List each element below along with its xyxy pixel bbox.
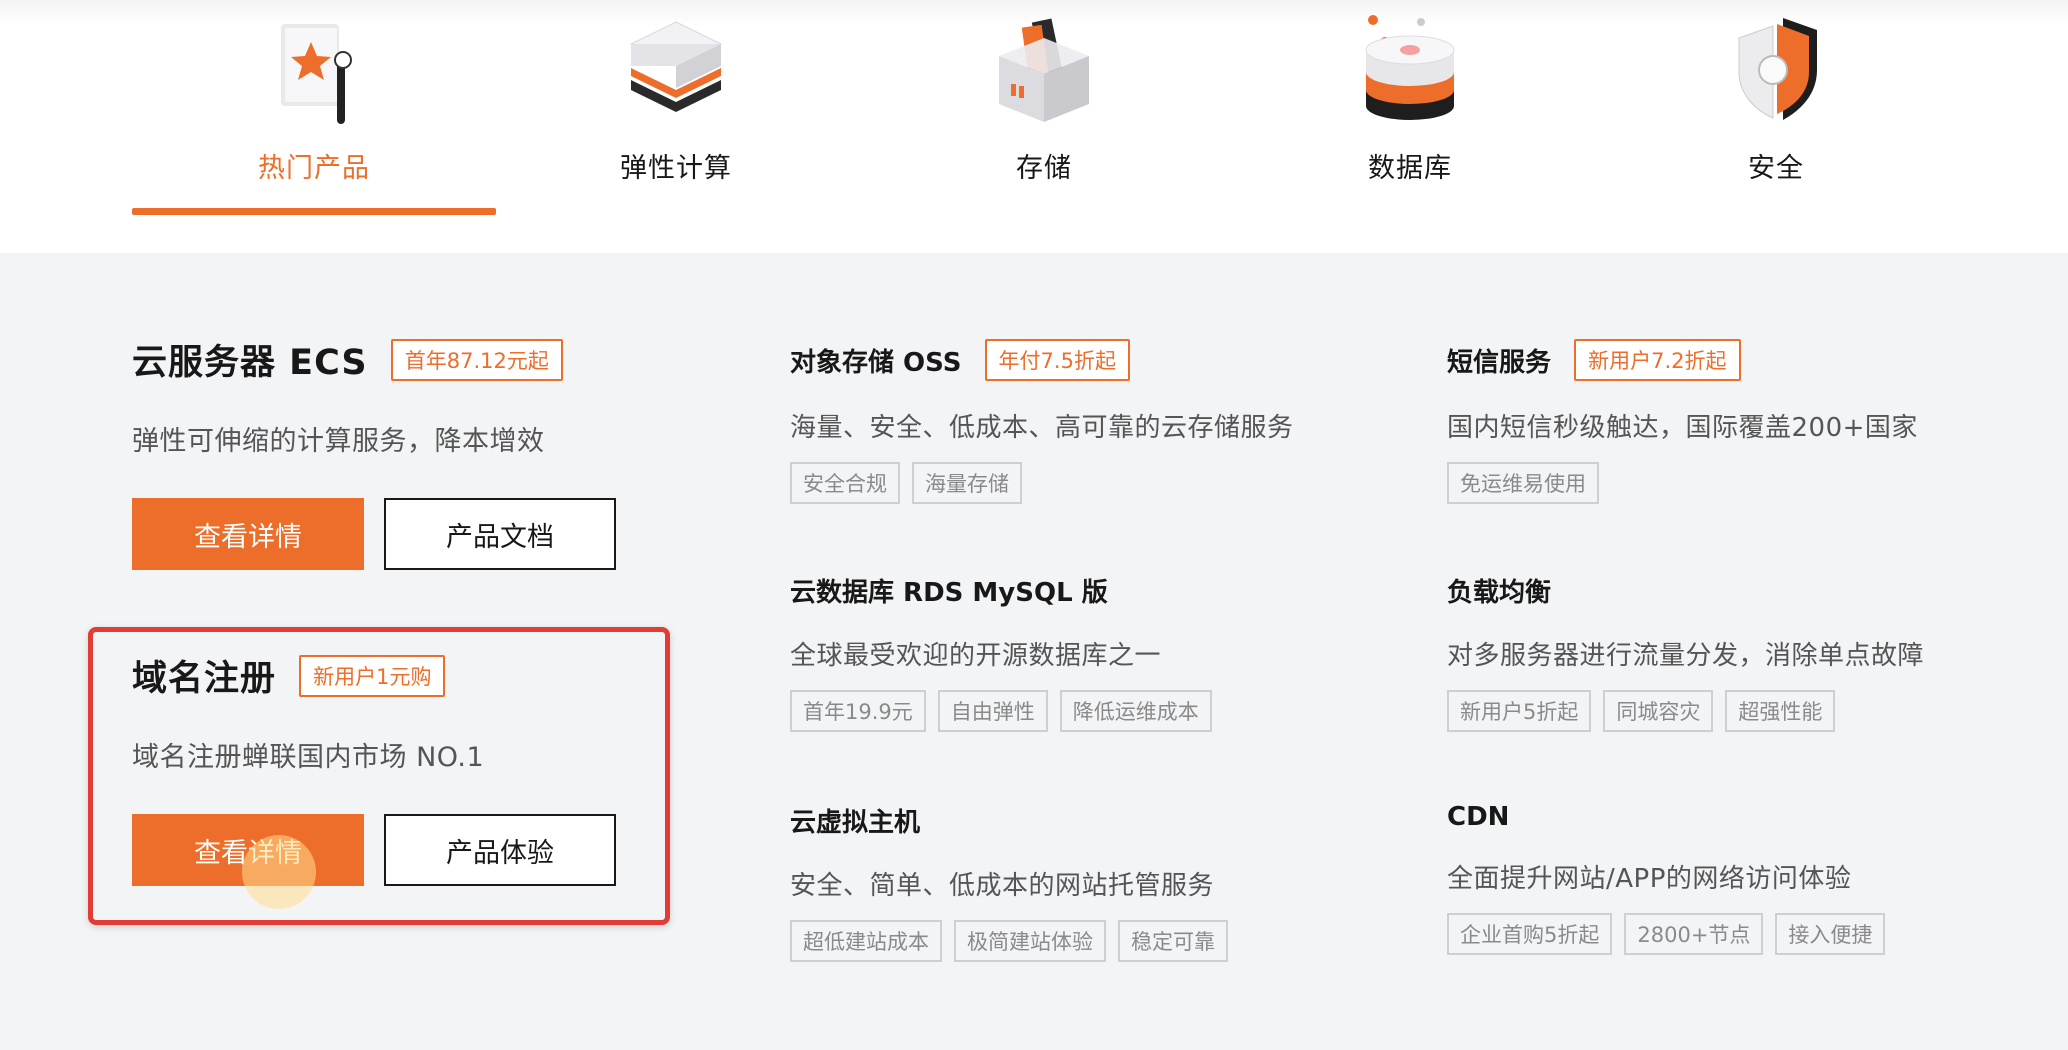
slb-tag: 超强性能 [1725,690,1836,732]
domain-promo-badge[interactable]: 新用户1元购 [299,654,446,697]
oss-promo-badge: 年付7.5折起 [984,339,1130,381]
domain-card: 域名注册 新用户1元购 域名注册蝉联国内市场 NO.1 查看详情 产品体验 [132,650,616,886]
cdn-tag: 接入便捷 [1775,913,1886,955]
vhost-tag: 超低建站成本 [790,920,942,962]
ecs-docs-button[interactable]: 产品文档 [384,498,616,570]
sms-tag: 免运维易使用 [1447,462,1599,504]
ecs-view-details-button[interactable]: 查看详情 [132,498,364,570]
ecs-promo-badge[interactable]: 首年87.12元起 [390,338,563,381]
domain-try-button[interactable]: 产品体验 [384,814,616,886]
oss-tag: 安全合规 [790,462,900,504]
elastic-compute-server-icon [629,21,723,112]
domain-description: 域名注册蝉联国内市场 NO.1 [132,742,485,773]
vhost-card[interactable]: 云虚拟主机 安全、简单、低成本的网站托管服务 超低建站成本 极简建站体验 稳定可… [790,802,1228,962]
database-cylinder-icon [1365,15,1455,120]
vhost-description: 安全、简单、低成本的网站托管服务 [790,871,1215,901]
storage-box-icon [999,18,1089,122]
tab-label: 热门产品 [258,153,370,184]
tab-hot-products[interactable]: 热门产品 [132,0,496,216]
cdn-description: 全面提升网站/APP的网络访问体验 [1447,864,1852,894]
tab-label: 存储 [1016,153,1072,184]
slb-tag: 同城容灾 [1603,690,1714,732]
oss-title: 对象存储 OSS [790,347,962,378]
slb-tag: 新用户5折起 [1447,690,1592,732]
rds-description: 全球最受欢迎的开源数据库之一 [790,641,1162,671]
vhost-tag: 极简建站体验 [954,920,1106,962]
cdn-tag: 企业首购5折起 [1447,913,1613,955]
category-tabs: 热门产品 弹性计算 存储 数据库 安全 [0,0,2068,253]
sms-title: 短信服务 [1447,347,1552,378]
oss-tag: 海量存储 [912,462,1022,504]
domain-view-details-button[interactable]: 查看详情 [132,814,364,886]
slb-description: 对多服务器进行流量分发，消除单点故障 [1447,641,1925,671]
vhost-tag: 稳定可靠 [1118,920,1228,962]
ecs-title: 云服务器 ECS [132,343,368,383]
slb-title: 负载均衡 [1447,578,1552,608]
tab-elastic-compute[interactable]: 弹性计算 [494,0,858,216]
tab-storage[interactable]: 存储 [862,0,1226,216]
hot-products-flag-icon [281,24,352,124]
vhost-title: 云虚拟主机 [790,808,921,838]
cdn-tag: 2800+节点 [1624,913,1764,955]
cdn-title: CDN [1447,802,1510,832]
cdn-card[interactable]: CDN 全面提升网站/APP的网络访问体验 企业首购5折起 2800+节点 接入… [1447,802,1886,955]
slb-card[interactable]: 负载均衡 对多服务器进行流量分发，消除单点故障 新用户5折起 同城容灾 超强性能 [1447,572,1924,732]
sms-promo-badge: 新用户7.2折起 [1574,339,1741,381]
rds-title: 云数据库 RDS MySQL 版 [790,578,1108,608]
sms-card[interactable]: 短信服务 新用户7.2折起 国内短信秒级触达，国际覆盖200+国家 免运维易使用 [1447,339,1918,504]
rds-card[interactable]: 云数据库 RDS MySQL 版 全球最受欢迎的开源数据库之一 首年19.9元 … [790,572,1212,732]
ecs-description: 弹性可伸缩的计算服务，降本增效 [132,426,545,457]
tab-database[interactable]: 数据库 [1228,0,1592,216]
oss-description: 海量、安全、低成本、高可靠的云存储服务 [790,413,1294,443]
ecs-card: 云服务器 ECS 首年87.12元起 弹性可伸缩的计算服务，降本增效 查看详情 … [132,334,616,570]
sms-description: 国内短信秒级触达，国际覆盖200+国家 [1447,413,1918,443]
oss-card[interactable]: 对象存储 OSS 年付7.5折起 海量、安全、低成本、高可靠的云存储服务 安全合… [790,339,1294,504]
domain-title: 域名注册 [132,659,277,699]
tab-label: 数据库 [1368,153,1452,184]
rds-tag: 降低运维成本 [1059,690,1212,732]
tab-label: 安全 [1748,153,1804,184]
rds-tag: 首年19.9元 [790,690,926,732]
security-shield-icon [1738,18,1817,120]
rds-tag: 自由弹性 [937,690,1048,732]
tab-security[interactable]: 安全 [1594,0,1958,216]
tab-label: 弹性计算 [620,153,732,184]
active-tab-underline [132,208,496,215]
